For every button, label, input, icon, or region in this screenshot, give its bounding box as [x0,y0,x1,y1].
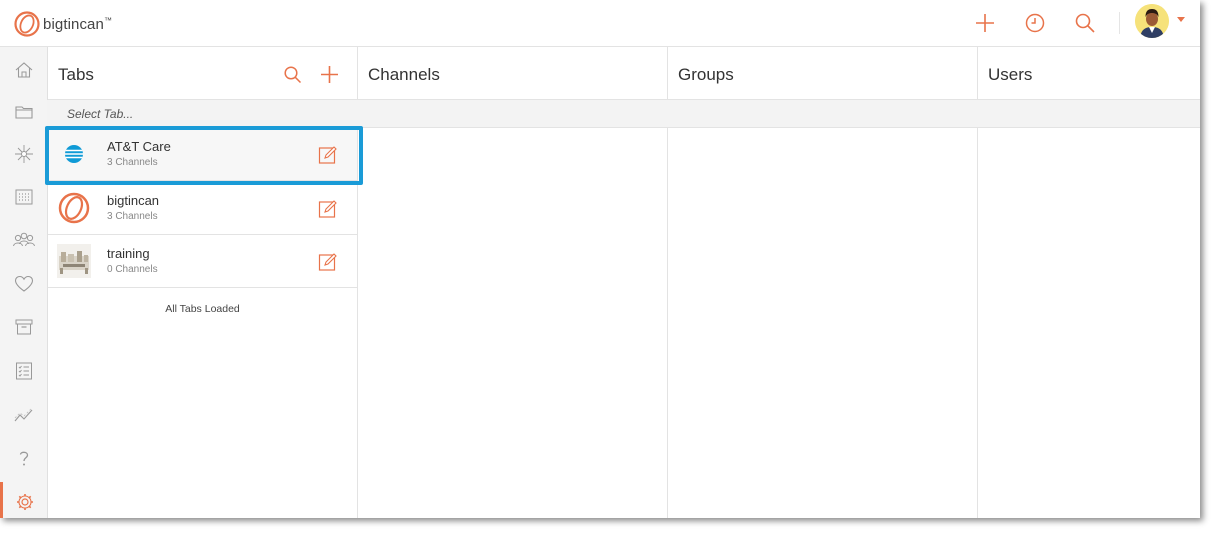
edit-tab-icon[interactable] [318,199,338,219]
clock-icon[interactable] [1024,12,1046,34]
users-column-title: Users [988,65,1033,84]
top-bar: bigtincan™ [0,0,1200,47]
search-icon[interactable] [1074,12,1096,34]
nav-folder-icon[interactable] [0,92,47,132]
tab-list-item-training[interactable]: training 0 Channels [48,235,357,288]
nav-archive-icon[interactable] [0,307,47,347]
training-photo-icon [57,244,91,278]
bigtincan-logo-icon [14,11,40,37]
nav-settings-gear-icon[interactable] [0,482,47,518]
tabs-column-header: Tabs [48,47,357,100]
search-tabs-icon[interactable] [283,65,303,85]
groups-column-header: Groups [668,47,977,100]
tab-name: training [107,246,150,261]
att-logo-icon [57,137,91,171]
channels-column-header: Channels [358,47,667,100]
avatar-icon [1135,4,1169,38]
tab-channel-count: 3 Channels [107,157,158,168]
channels-column-title: Channels [368,65,440,84]
nav-heart-icon[interactable] [0,264,47,304]
nav-home-icon[interactable] [0,50,47,90]
left-nav [0,47,48,518]
nav-help-icon[interactable] [0,438,47,478]
bigtincan-logo-icon [57,191,91,225]
users-column-header: Users [978,47,1200,100]
tab-list-item-bigtincan[interactable]: bigtincan 3 Channels [48,182,357,235]
tab-list-item-att-care[interactable]: AT&T Care 3 Channels [48,128,357,181]
groups-column-title: Groups [678,65,734,84]
toolbar-divider [1119,12,1120,34]
brand-name: bigtincan™ [43,15,113,33]
plus-icon[interactable] [974,12,996,34]
nav-checklist-icon[interactable] [0,351,47,391]
tab-channel-count: 3 Channels [107,211,158,222]
nav-analytics-icon[interactable] [0,395,47,435]
select-tab-bar: Select Tab... [47,100,1200,128]
select-tab-prompt: Select Tab... [67,107,134,121]
tabs-loaded-status: All Tabs Loaded [165,303,240,315]
user-menu-caret-icon[interactable] [1177,17,1185,22]
tab-name: AT&T Care [107,139,171,154]
nav-people-icon[interactable] [0,220,47,260]
add-tab-icon[interactable] [319,64,340,85]
brand-logo[interactable]: bigtincan™ [14,11,112,37]
tabs-column-title: Tabs [58,65,94,84]
app-window: bigtincan™ Tabs Channels Groups Users Se… [0,0,1200,518]
edit-tab-icon[interactable] [318,252,338,272]
user-avatar[interactable] [1135,4,1169,38]
tab-channel-count: 0 Channels [107,264,158,275]
nav-calendar-icon[interactable] [0,177,47,217]
tab-name: bigtincan [107,193,160,208]
nav-compass-icon[interactable] [0,134,47,174]
edit-tab-icon[interactable] [318,145,338,165]
